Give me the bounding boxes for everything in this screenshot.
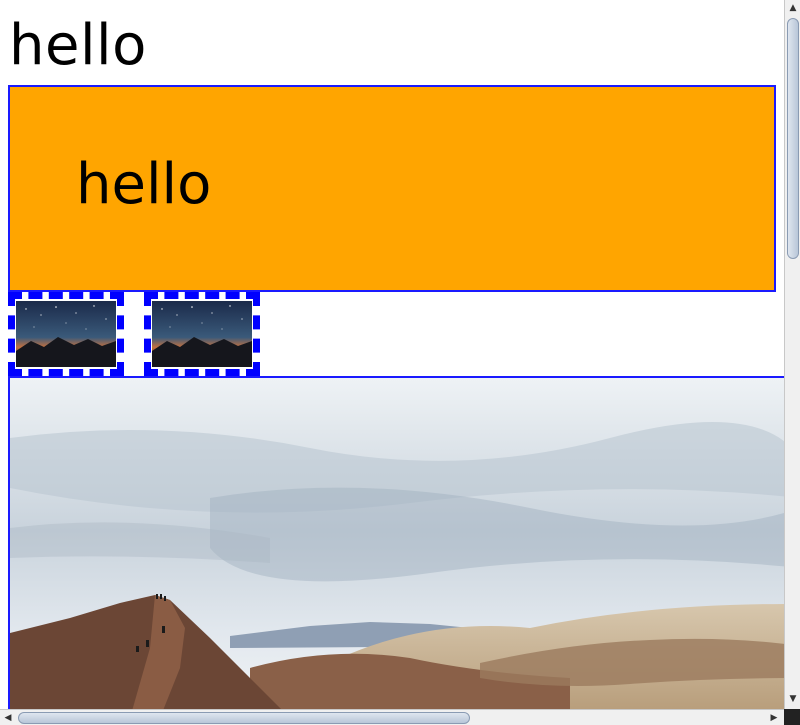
night-sky-thumbnail-1 bbox=[8, 292, 124, 376]
scroll-left-arrow-icon[interactable]: ◀ bbox=[0, 710, 16, 725]
hello-heading: hello bbox=[9, 13, 147, 78]
vertical-scroll-thumb[interactable] bbox=[787, 18, 799, 259]
scroll-down-arrow-icon[interactable]: ▼ bbox=[785, 691, 800, 707]
page-viewport: hello hello bbox=[0, 0, 784, 709]
desert-landscape-image bbox=[8, 376, 784, 709]
scroll-up-arrow-icon[interactable]: ▲ bbox=[785, 0, 800, 16]
orange-box: hello bbox=[8, 85, 776, 292]
scroll-right-arrow-icon[interactable]: ▶ bbox=[766, 710, 782, 725]
horizontal-scrollbar[interactable]: ◀ ▶ bbox=[0, 709, 784, 725]
night-sky-image bbox=[16, 301, 116, 367]
night-sky-image bbox=[152, 301, 252, 367]
orange-box-text: hello bbox=[76, 152, 212, 217]
vertical-scrollbar[interactable]: ▲ ▼ bbox=[784, 0, 800, 709]
horizontal-scroll-thumb[interactable] bbox=[18, 712, 470, 724]
scrollbar-corner bbox=[784, 709, 800, 725]
night-sky-thumbnail-2 bbox=[144, 292, 260, 376]
